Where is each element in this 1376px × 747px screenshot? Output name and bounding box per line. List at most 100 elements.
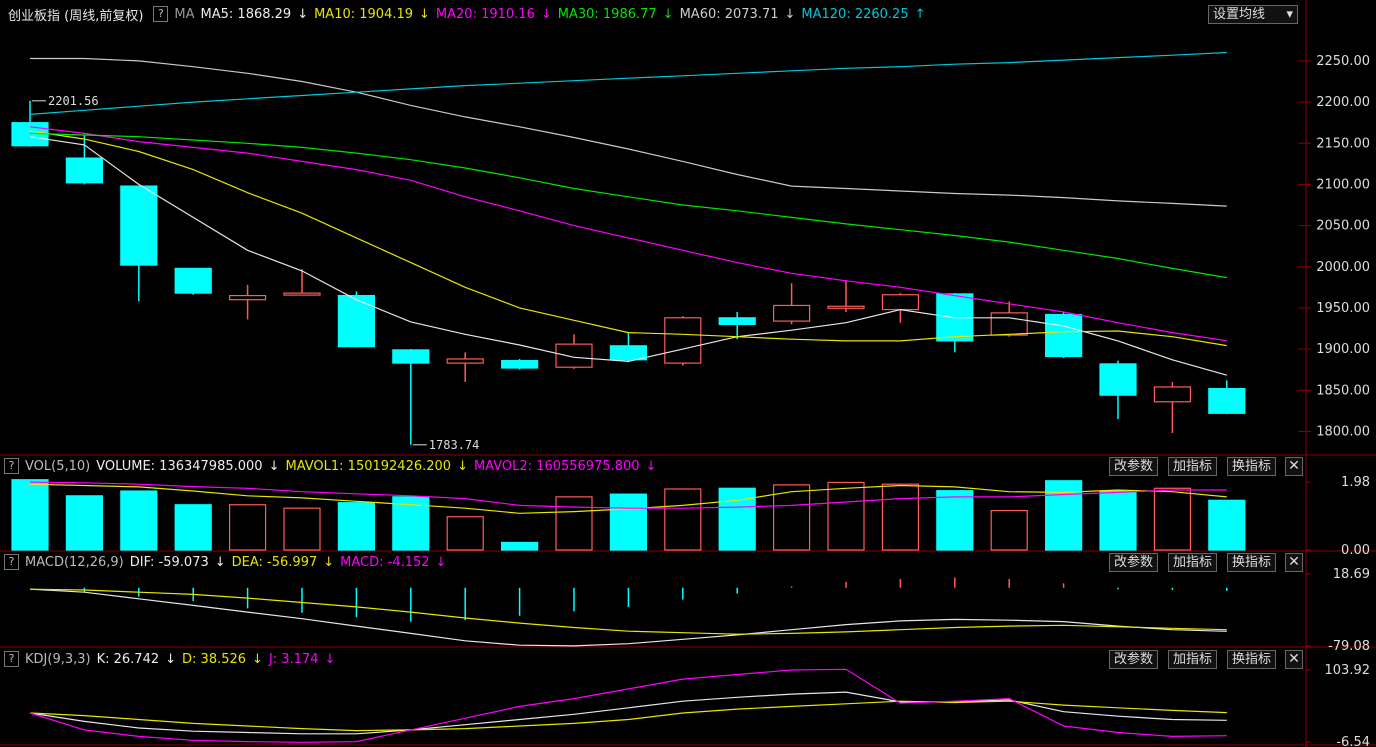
ma30-value: MA30: 1986.77	[557, 6, 657, 22]
ma-line-ma60	[30, 57, 1227, 207]
y-tick-label: 2100.00	[1316, 177, 1370, 192]
d-arrow-icon: ↓	[252, 651, 263, 667]
volume-bar	[446, 516, 484, 551]
candle-body	[446, 358, 484, 364]
candle-body	[65, 157, 104, 184]
candle-body	[1208, 388, 1246, 414]
settings-ma-button[interactable]: 设置均线 ▾	[1208, 5, 1298, 24]
y-tick-label: 1800.00	[1316, 424, 1370, 439]
dif-value: DIF: -59.073	[129, 554, 209, 570]
ma20-value: MA20: 1910.16	[435, 6, 535, 22]
vol-params-button[interactable]: 改参数	[1109, 457, 1159, 476]
ma60-arrow-icon: ↓	[784, 6, 796, 22]
dif-arrow-icon: ↓	[214, 554, 226, 570]
macd-params-button[interactable]: 改参数	[1109, 553, 1159, 572]
vol-help-icon[interactable]: ?	[4, 458, 19, 474]
ma5-value: MA5: 1868.29	[200, 6, 292, 22]
y-tick-label: 2000.00	[1316, 260, 1370, 275]
kdj-add-indicator-button[interactable]: 加指标	[1168, 650, 1218, 669]
volume-bar	[337, 502, 375, 551]
mavol2-value: MAVOL2: 160556975.800	[473, 458, 640, 474]
volume-bar	[772, 484, 811, 551]
j-arrow-icon: ↓	[324, 651, 336, 667]
volume-bar	[718, 487, 756, 551]
macd-switch-indicator-button[interactable]: 换指标	[1227, 553, 1277, 572]
vol-add-indicator-button[interactable]: 加指标	[1168, 457, 1218, 476]
ma60-value: MA60: 2073.71	[679, 6, 779, 22]
mavol1-arrow-icon: ↓	[457, 458, 468, 474]
y-tick-label: 2050.00	[1316, 219, 1370, 234]
vol-switch-indicator-button[interactable]: 换指标	[1227, 457, 1277, 476]
candle-body	[609, 345, 648, 361]
candle-body	[718, 317, 756, 325]
macd-name: MACD(12,26,9)	[25, 554, 124, 570]
candle-body	[772, 304, 811, 322]
volume-bar	[936, 490, 974, 551]
volume-bar	[827, 481, 865, 551]
j-value: J: 3.174	[268, 651, 319, 667]
kdj-switch-indicator-button[interactable]: 换指标	[1227, 650, 1277, 669]
candle-body	[664, 317, 702, 364]
volume-bar	[881, 483, 920, 551]
volume-bar	[283, 507, 321, 551]
macd-help-icon[interactable]: ?	[4, 554, 19, 570]
y-tick-label: 1900.00	[1316, 342, 1370, 357]
k-arrow-icon: ↓	[165, 651, 177, 667]
ma10-arrow-icon: ↓	[419, 6, 430, 22]
chart-title: 创业板指 (周线,前复权)	[8, 8, 144, 24]
y-tick-label: -6.54	[1336, 735, 1370, 747]
candle-body	[501, 360, 539, 369]
settings-ma-label: 设置均线	[1213, 7, 1266, 22]
volume-bar	[664, 488, 702, 551]
candle-body	[990, 312, 1028, 336]
mavol1-value: MAVOL1: 150192426.200	[285, 458, 452, 474]
macd-header: ? MACD(12,26,9) DIF: -59.073 ↓ DEA: -56.9…	[0, 553, 452, 571]
candle-body	[283, 292, 321, 296]
volume-bar	[1099, 490, 1137, 551]
ma5-arrow-icon: ↓	[297, 6, 309, 22]
ma20-arrow-icon: ↓	[540, 6, 552, 22]
kdj-close-icon[interactable]: ✕	[1285, 650, 1303, 669]
ma-label: MA	[174, 6, 195, 22]
kdj-name: KDJ(9,3,3)	[25, 651, 91, 667]
macd-add-indicator-button[interactable]: 加指标	[1168, 553, 1218, 572]
ma120-arrow-icon: ↑	[914, 6, 926, 22]
candle-body	[337, 294, 375, 348]
extreme-price-label: 1783.74	[429, 438, 480, 452]
kdj-header: ? KDJ(9,3,3) K: 26.742 ↓ D: 38.526 ↓ J: 3.…	[0, 650, 341, 668]
ma10-value: MA10: 1904.19	[314, 6, 414, 22]
chevron-down-icon: ▾	[1286, 7, 1293, 22]
volume-bar	[501, 541, 539, 551]
candle-body	[555, 343, 593, 368]
chart-canvas: 2250.00 2200.00 2150.00 2100.00 2050.00 2000.…	[0, 0, 1376, 747]
ma30-arrow-icon: ↓	[662, 6, 674, 22]
ma-line-ma20	[29, 126, 1227, 342]
kdj-line-k	[29, 691, 1227, 735]
volume-value: VOLUME: 136347985.000	[96, 458, 263, 474]
help-icon[interactable]: ?	[153, 6, 169, 22]
volume-bar	[229, 504, 267, 551]
volume-arrow-icon: ↓	[268, 458, 280, 474]
ma-line-ma120	[29, 51, 1227, 115]
y-tick-label: 2200.00	[1316, 95, 1370, 110]
macd-close-icon[interactable]: ✕	[1285, 553, 1303, 572]
volume-bar	[555, 496, 593, 551]
candle-body	[827, 305, 865, 309]
y-tick-label: 103.92	[1325, 663, 1371, 678]
kdj-help-icon[interactable]: ?	[4, 651, 19, 667]
candle-body	[174, 267, 212, 294]
dea-value: DEA: -56.997	[231, 554, 318, 570]
macd-value: MACD: -4.152	[340, 554, 430, 570]
volume-bar	[990, 509, 1028, 551]
mavol2-arrow-icon: ↓	[645, 458, 657, 474]
vol-close-icon[interactable]: ✕	[1285, 457, 1303, 476]
candle-body	[1044, 313, 1083, 358]
ma-line-ma30	[29, 132, 1227, 279]
kdj-params-button[interactable]: 改参数	[1109, 650, 1159, 669]
vol-name: VOL(5,10)	[25, 458, 91, 474]
candle-body	[229, 294, 267, 301]
k-value: K: 26.742	[96, 651, 160, 667]
y-tick-label: 2150.00	[1316, 136, 1370, 151]
extreme-price-label: 2201.56	[48, 94, 99, 108]
y-tick-label: -79.08	[1328, 639, 1370, 654]
